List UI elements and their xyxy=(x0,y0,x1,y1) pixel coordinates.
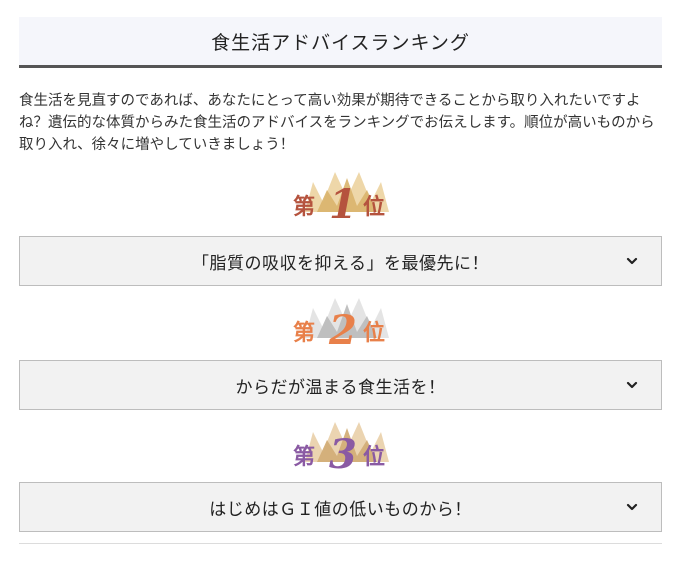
rank-3-badge: 第 3 位 xyxy=(0,418,694,478)
rank-1-badge: 第 1 位 xyxy=(0,168,694,228)
rank-prefix: 第 xyxy=(293,320,315,346)
accordion-label: 「脂質の吸収を抑える」を最優先に！ xyxy=(192,253,489,274)
rank-prefix: 第 xyxy=(293,444,315,470)
rank-2-badge: 第 2 位 xyxy=(0,294,694,354)
accordion-label: はじめはＧＩ値の低いものから！ xyxy=(209,499,472,520)
rank-number: 3 xyxy=(329,431,357,478)
bottom-divider xyxy=(19,543,662,544)
rank-number: 2 xyxy=(328,307,357,354)
intro-text: 食生活を見直すのであれば、あなたにとって高い効果が期待できることから取り入れたい… xyxy=(19,93,655,153)
page-title: 食生活アドバイスランキング xyxy=(211,31,470,54)
accordion-label: からだが温まる食生活を！ xyxy=(235,377,446,398)
rank-suffix: 位 xyxy=(363,194,385,220)
rank-number: 1 xyxy=(329,181,357,228)
ranking-header: 食生活アドバイスランキング xyxy=(19,17,662,68)
rank-prefix: 第 xyxy=(293,194,315,220)
chevron-down-icon[interactable] xyxy=(625,500,639,514)
accordion-rank-2[interactable]: からだが温まる食生活を！ xyxy=(19,360,662,410)
accordion-rank-3[interactable]: はじめはＧＩ値の低いものから！ xyxy=(19,482,662,532)
rank-suffix: 位 xyxy=(363,444,385,470)
accordion-rank-1[interactable]: 「脂質の吸収を抑える」を最優先に！ xyxy=(19,236,662,286)
rank-suffix: 位 xyxy=(363,320,385,346)
chevron-down-icon[interactable] xyxy=(625,378,639,392)
chevron-down-icon[interactable] xyxy=(625,254,639,268)
